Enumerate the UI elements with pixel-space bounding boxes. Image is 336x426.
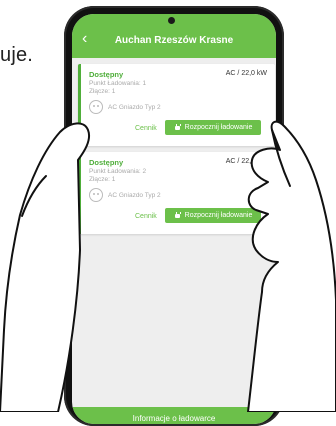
power-rating: AC / 22,0 kW bbox=[225, 70, 267, 77]
charging-point: Punkt Ładowania: 1 bbox=[89, 80, 147, 87]
power-rating: AC / 22,0 kW bbox=[225, 158, 267, 165]
status-badge: Dostępny bbox=[89, 158, 124, 167]
page-title: Auchan Rzeszów Krasne bbox=[114, 35, 234, 46]
phone-device: ‹ Auchan Rzeszów Krasne Dostępny AC / 22… bbox=[64, 6, 284, 426]
socket-type: AC Gniazdo Typ 2 bbox=[89, 100, 161, 114]
charger-card-2: Dostępny AC / 22,0 kW Punkt Ładowania: 2… bbox=[78, 152, 275, 234]
start-charging-label: Rozpocznij ładowanie bbox=[184, 212, 253, 219]
start-charging-label: Rozpocznij ładowanie bbox=[184, 124, 253, 131]
connector-number: Złącze: 1 bbox=[89, 176, 116, 183]
socket-icon bbox=[89, 100, 103, 114]
front-camera bbox=[168, 17, 175, 24]
start-charging-button[interactable]: Rozpocznij ładowanie bbox=[165, 208, 261, 223]
charger-info-label: Informacje o ładowarce bbox=[132, 414, 216, 423]
status-badge: Dostępny bbox=[89, 70, 124, 79]
socket-icon bbox=[89, 188, 103, 202]
plug-icon bbox=[174, 124, 181, 131]
socket-type: AC Gniazdo Typ 2 bbox=[89, 188, 161, 202]
charger-info-button[interactable]: Informacje o ładowarce bbox=[72, 407, 276, 424]
start-charging-button[interactable]: Rozpocznij ładowanie bbox=[165, 120, 261, 135]
charging-point: Punkt Ładowania: 2 bbox=[89, 168, 147, 175]
left-hand-crease bbox=[21, 175, 47, 217]
price-list-link[interactable]: Cennik bbox=[135, 125, 157, 132]
socket-label: AC Gniazdo Typ 2 bbox=[108, 103, 161, 111]
price-list-link[interactable]: Cennik bbox=[135, 213, 157, 220]
plug-icon bbox=[174, 212, 181, 219]
socket-label: AC Gniazdo Typ 2 bbox=[108, 191, 161, 199]
charger-card-1: Dostępny AC / 22,0 kW Punkt Ładowania: 1… bbox=[78, 64, 275, 146]
app-screen: ‹ Auchan Rzeszów Krasne Dostępny AC / 22… bbox=[72, 14, 276, 424]
partial-caption-text: uje. bbox=[0, 44, 34, 66]
connector-number: Złącze: 1 bbox=[89, 88, 116, 95]
